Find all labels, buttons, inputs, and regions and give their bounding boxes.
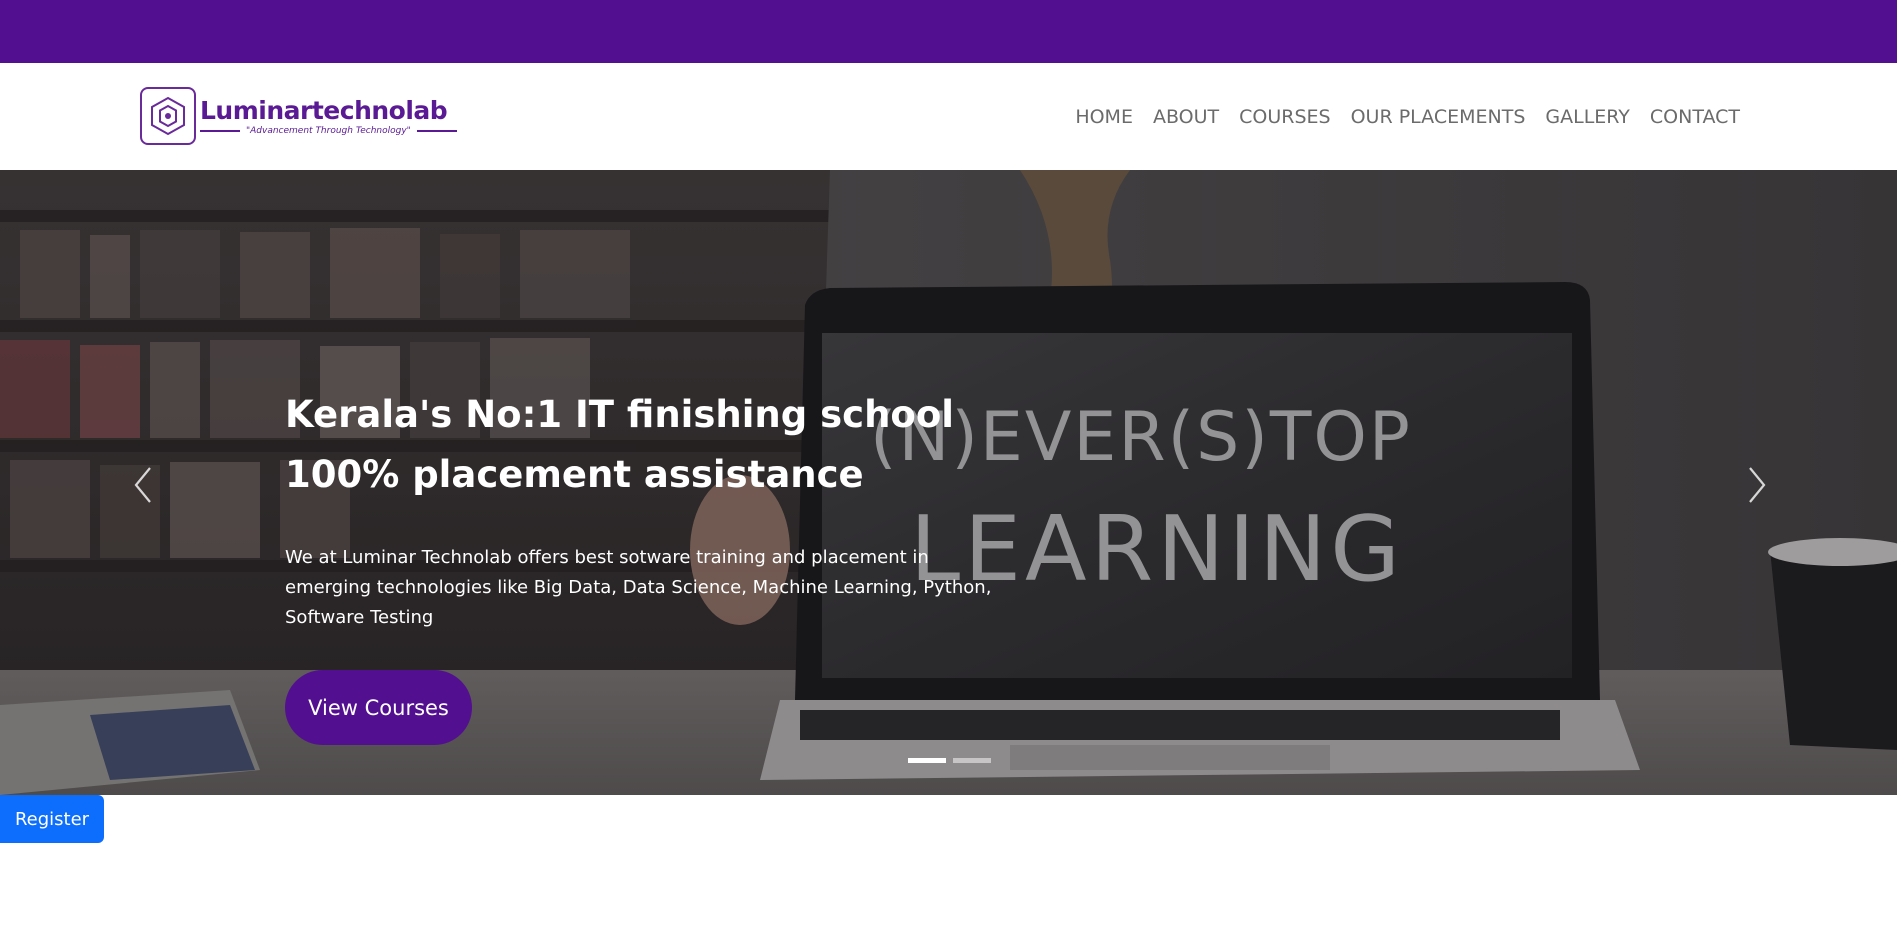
navbar: Luminartechnolab "Advancement Through Te… bbox=[0, 63, 1897, 170]
main-nav: HOME ABOUT COURSES OUR PLACEMENTS GALLER… bbox=[1065, 63, 1750, 170]
brand-tagline: "Advancement Through Technology" bbox=[246, 126, 411, 136]
hexagon-logo-icon bbox=[140, 87, 196, 145]
register-button[interactable]: Register bbox=[0, 795, 104, 843]
carousel-prev-button[interactable] bbox=[128, 460, 158, 510]
chevron-right-icon bbox=[1749, 467, 1766, 503]
nav-contact[interactable]: CONTACT bbox=[1640, 106, 1750, 128]
chevron-left-icon bbox=[134, 467, 151, 503]
carousel-indicator-1[interactable] bbox=[908, 758, 946, 763]
tagline-divider bbox=[416, 130, 457, 132]
nav-about[interactable]: ABOUT bbox=[1143, 106, 1229, 128]
brand-name: Luminartechnolab bbox=[200, 96, 448, 125]
headline-line1: Kerala's No:1 IT finishing school bbox=[285, 393, 954, 436]
hero-carousel: (N)EVER(S)TOP LEARNING Kerala's No:1 IT … bbox=[0, 170, 1897, 795]
nav-our-placements[interactable]: OUR PLACEMENTS bbox=[1341, 106, 1536, 128]
headline-line2: 100% placement assistance bbox=[285, 453, 864, 496]
top-bar bbox=[0, 0, 1897, 63]
tagline-divider bbox=[200, 130, 240, 132]
hero-description: We at Luminar Technolab offers best sotw… bbox=[285, 547, 992, 628]
nav-gallery[interactable]: GALLERY bbox=[1535, 106, 1640, 128]
brand-logo[interactable]: Luminartechnolab "Advancement Through Te… bbox=[140, 85, 458, 147]
carousel-next-button[interactable] bbox=[1742, 460, 1772, 510]
carousel-indicator-2[interactable] bbox=[953, 758, 991, 763]
nav-courses[interactable]: COURSES bbox=[1229, 106, 1340, 128]
view-courses-button[interactable]: View Courses bbox=[285, 670, 472, 745]
hero-headline: Kerala's No:1 IT finishing school 100% p… bbox=[285, 385, 1005, 505]
carousel-indicators bbox=[908, 758, 991, 763]
hero-caption: Kerala's No:1 IT finishing school 100% p… bbox=[285, 385, 1005, 651]
nav-home[interactable]: HOME bbox=[1065, 106, 1143, 128]
